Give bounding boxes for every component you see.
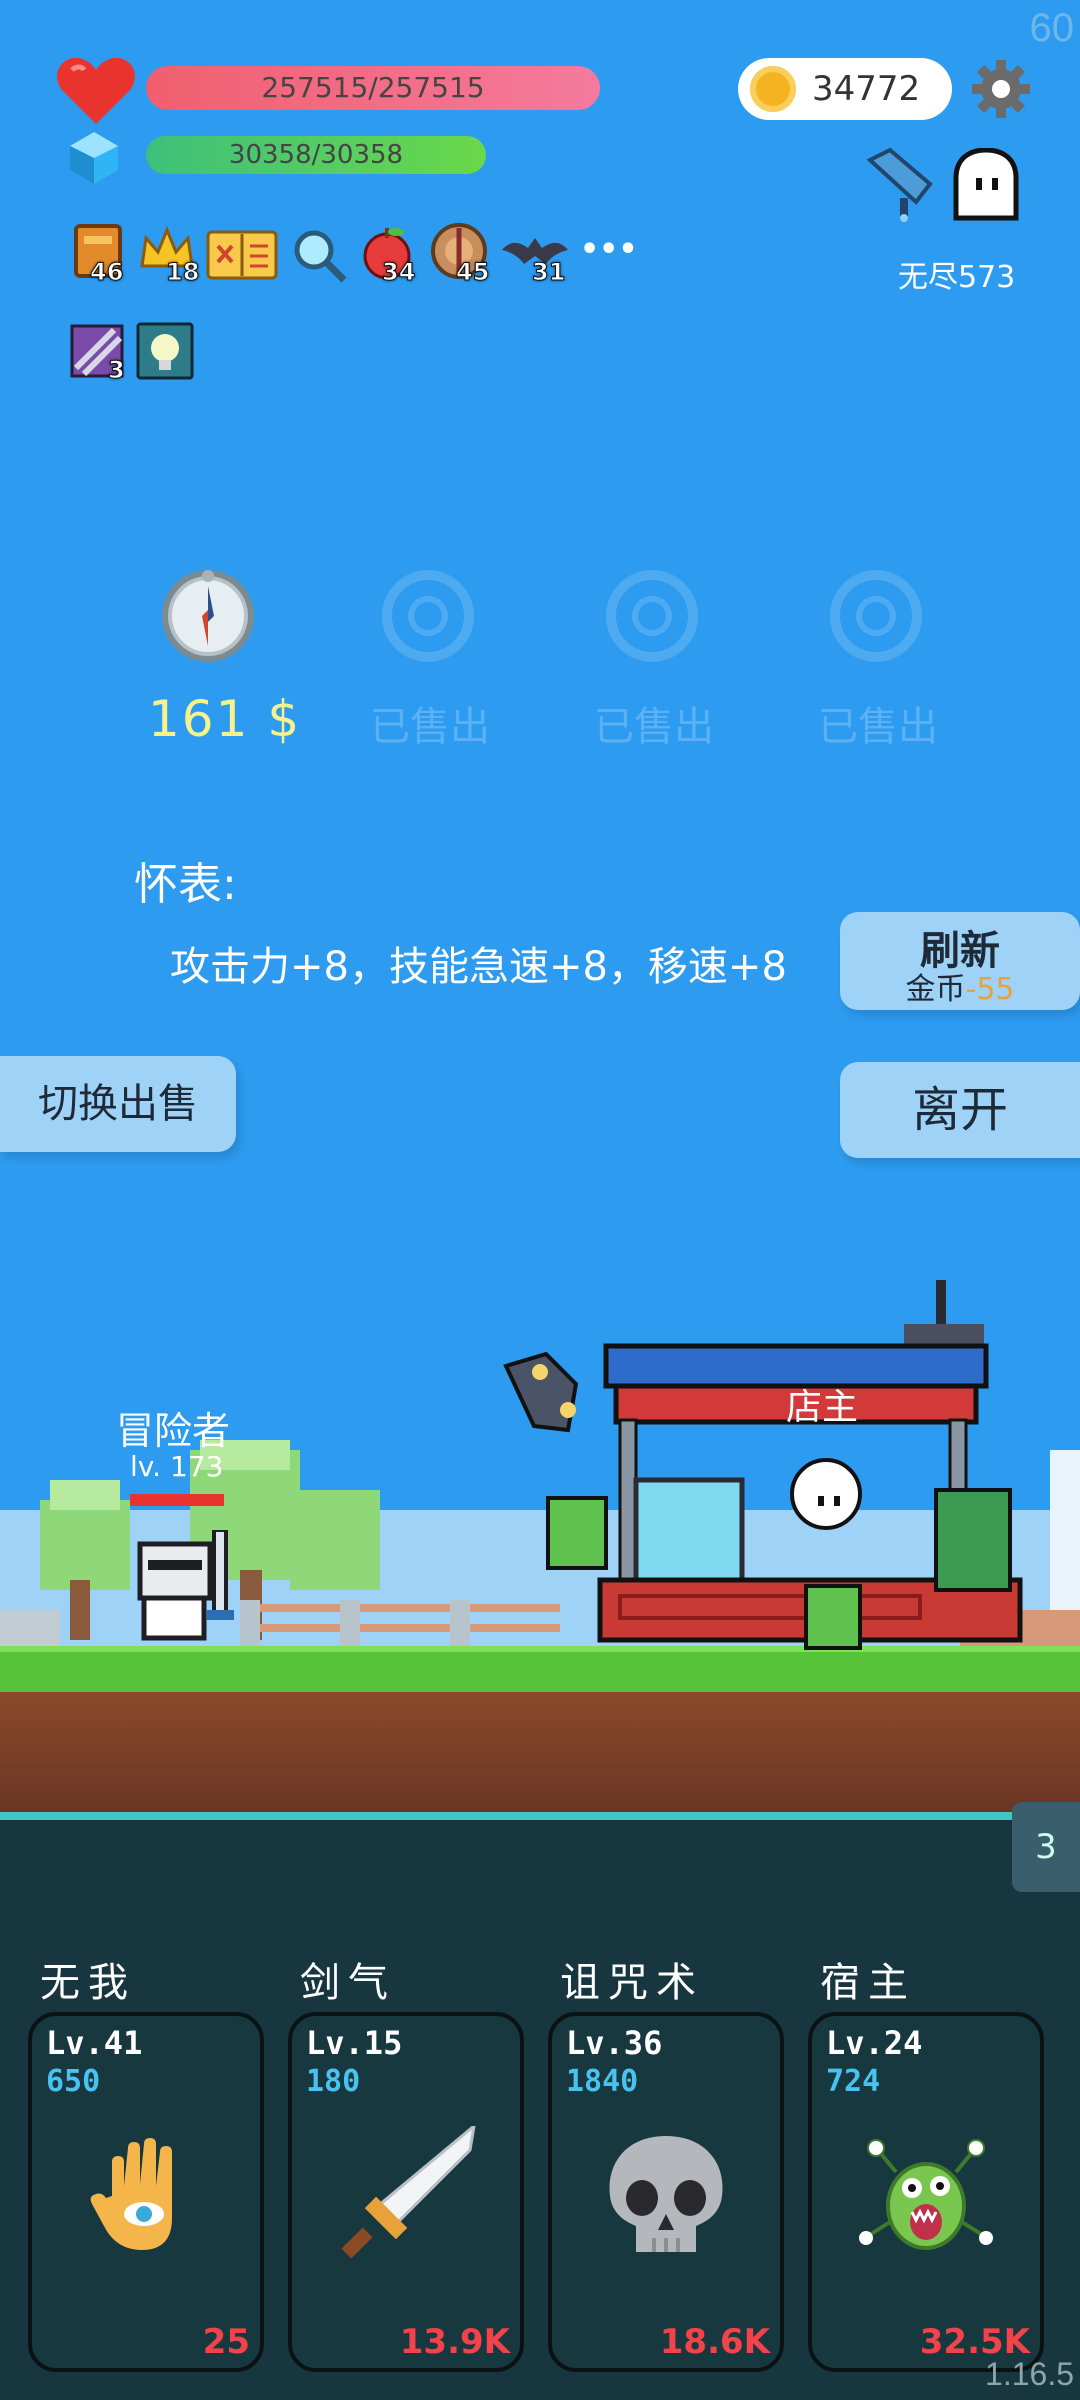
wave-counter[interactable]: 3 — [1012, 1802, 1080, 1892]
buff-magnifier[interactable] — [290, 226, 348, 284]
magnifier-icon — [294, 230, 347, 283]
water-strip — [0, 1812, 1080, 1820]
crown-badge-icon — [606, 570, 698, 662]
skill-name: 诅咒术 — [560, 1960, 704, 2006]
skill-card-suzhu[interactable]: Lv.24 724 32.5K — [808, 2012, 1044, 2372]
coin-icon — [750, 66, 796, 112]
ghost-icon[interactable] — [950, 148, 1022, 224]
buff-count: 45 — [455, 258, 490, 287]
compass-icon — [162, 570, 254, 662]
crown-badge-icon — [830, 570, 922, 662]
fps-counter: 60 — [1029, 6, 1075, 50]
crown-badge-icon — [382, 570, 474, 662]
refresh-button[interactable]: 刷新 金币-55 — [840, 912, 1080, 1010]
leave-button[interactable]: 离开 — [840, 1062, 1080, 1158]
mp-bar: 30358/30358 — [146, 136, 486, 174]
skill-power: 1840 — [566, 2064, 639, 2099]
shop-item-compass[interactable] — [158, 566, 258, 666]
hp-bar: 257515/257515 — [146, 66, 600, 110]
skill-name: 剑气 — [300, 1960, 396, 2006]
selected-item-description: 攻击力+8，技能急速+8，移速+8 — [170, 944, 787, 990]
adventurer-label: 冒险者 — [116, 1409, 231, 1453]
shop-cart — [503, 1280, 1023, 1650]
sold-out-label: 已售出 — [594, 704, 714, 750]
buff-count: 18 — [165, 258, 200, 287]
heart-icon — [57, 57, 135, 124]
skill-card-jianqi[interactable]: Lv.15 180 13.9K — [288, 2012, 524, 2372]
buff-crown[interactable]: 18 — [138, 222, 200, 290]
gear-icon[interactable] — [970, 58, 1032, 120]
skill-name: 无我 — [40, 1960, 136, 2006]
refresh-cost: 金币-55 — [905, 972, 1015, 1007]
skull-icon — [609, 2136, 723, 2252]
endless-level-label: 无尽573 — [898, 260, 1016, 295]
skill-power: 180 — [306, 2064, 361, 2099]
sword-icon[interactable] — [860, 144, 940, 224]
ground-grass — [0, 1646, 1080, 1698]
shop-item-price: 161 $ — [148, 690, 302, 748]
buff-shield[interactable]: 45 — [430, 222, 494, 290]
buff-scroll[interactable]: 3 — [68, 322, 128, 388]
buff-lightbulb[interactable] — [136, 322, 194, 380]
sold-out-label: 已售出 — [818, 704, 938, 750]
adventurer-level: lv. 173 — [130, 1450, 224, 1483]
version-label: 1.16.5 — [985, 2356, 1074, 2392]
skill-level: Lv.15 — [306, 2024, 403, 2062]
buff-count: 46 — [89, 258, 124, 287]
buff-book[interactable]: 46 — [70, 222, 128, 290]
coin-amount: 34772 — [812, 69, 921, 109]
buff-count: 31 — [531, 258, 566, 287]
switch-sell-button[interactable]: 切换出售 — [0, 1056, 236, 1152]
buff-count: 3 — [108, 356, 126, 385]
skill-power: 650 — [46, 2064, 101, 2099]
selected-item-name: 怀表: — [134, 859, 237, 910]
eye-hand-icon — [90, 2138, 172, 2250]
buff-count: 34 — [381, 258, 416, 287]
skill-power: 724 — [826, 2064, 881, 2099]
mana-gem-icon — [70, 132, 118, 184]
skill-level: Lv.24 — [826, 2024, 923, 2062]
buff-map[interactable] — [206, 226, 278, 286]
skill-card-zuzhoushu[interactable]: Lv.36 1840 18.6K — [548, 2012, 784, 2372]
skill-upgrade-cost: 18.6K — [659, 2322, 770, 2362]
skill-card-wuwo[interactable]: Lv.41 650 25 — [28, 2012, 264, 2372]
skill-upgrade-cost: 13.9K — [399, 2322, 510, 2362]
skill-upgrade-cost: 25 — [202, 2322, 250, 2362]
ground-dirt — [0, 1692, 1080, 1812]
buff-bat[interactable]: 31 — [500, 222, 570, 290]
skill-name: 宿主 — [820, 1960, 916, 2006]
more-buffs-button[interactable]: ••• — [580, 232, 638, 267]
knight-character — [137, 1530, 234, 1641]
shopkeeper-label: 店主 — [786, 1387, 859, 1428]
lightbulb-icon — [136, 322, 194, 380]
skill-level: Lv.36 — [566, 2024, 663, 2062]
buff-apple[interactable]: 34 — [358, 222, 422, 290]
map-icon — [206, 230, 278, 280]
skill-level: Lv.41 — [46, 2024, 143, 2062]
sword-icon — [341, 2126, 476, 2259]
adventurer-hp-bar — [130, 1494, 224, 1506]
eyeball-monster-icon — [859, 2139, 993, 2250]
sold-out-label: 已售出 — [370, 704, 490, 750]
